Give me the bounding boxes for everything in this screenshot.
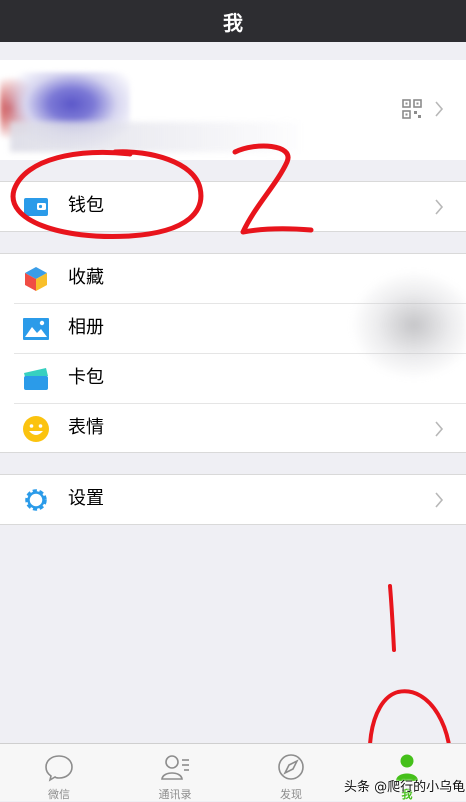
page-title-text: 我 [223, 10, 243, 35]
page-title: 我 [0, 0, 466, 42]
menu-item-label: 表情 [68, 417, 104, 438]
contacts-icon [161, 755, 189, 780]
menu-item-favorites[interactable]: 收藏 [0, 254, 466, 303]
menu-item-label: 设置 [68, 488, 104, 509]
chat-bubble-icon [45, 755, 73, 782]
menu-item-stickers[interactable]: 表情 [0, 404, 466, 453]
cube-icon [25, 267, 47, 291]
card-icon [24, 368, 48, 390]
profile-name-blurred [10, 122, 300, 152]
smiley-icon [23, 416, 49, 442]
menu-item-label: 卡包 [68, 367, 104, 388]
image-icon [23, 318, 49, 340]
profile-chevron-right-icon [435, 101, 444, 117]
wallet-icon [24, 198, 48, 216]
menu-item-label: 相册 [68, 317, 104, 338]
profile-card[interactable] [0, 60, 466, 160]
watermark: 头条 @爬行的小乌龟 [344, 780, 466, 795]
gear-icon [25, 489, 47, 511]
tab-contacts[interactable]: 通讯录 [135, 744, 215, 801]
wallet-group: 钱包 [0, 181, 466, 232]
menu-item-wallet[interactable]: 钱包 [0, 182, 466, 231]
tab-discover[interactable]: 发现 [251, 744, 331, 801]
chevron-right-icon [435, 492, 444, 508]
qr-code-icon[interactable] [402, 99, 422, 119]
menu-item-settings[interactable]: 设置 [0, 475, 466, 524]
settings-group: 设置 [0, 474, 466, 525]
menu-item-album[interactable]: 相册 [0, 304, 466, 353]
compass-icon [278, 754, 304, 780]
menu-item-label: 收藏 [68, 267, 104, 288]
tab-chats[interactable]: 微信 [19, 744, 99, 801]
menu-item-cards[interactable]: 卡包 [0, 354, 466, 403]
features-group: 收藏 相册 卡包 表情 [0, 253, 466, 453]
chevron-right-icon [435, 421, 444, 437]
menu-item-label: 钱包 [68, 195, 104, 216]
chevron-right-icon [435, 199, 444, 215]
